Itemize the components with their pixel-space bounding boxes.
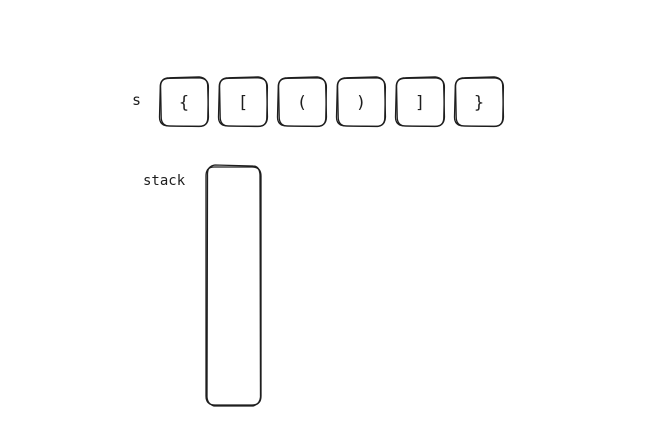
cell-character: ] <box>415 93 425 113</box>
cell-character: } <box>474 93 484 113</box>
string-cell: ] <box>394 76 446 128</box>
string-label: s <box>132 91 141 109</box>
string-cell: } <box>453 76 505 128</box>
string-cell: ) <box>335 76 387 128</box>
cell-character: [ <box>238 93 248 113</box>
string-cell: ( <box>276 76 328 128</box>
cell-character: { <box>179 93 189 113</box>
cell-character: ( <box>297 93 307 113</box>
stack-container <box>205 164 262 407</box>
string-cells: { [ ()]} <box>158 76 505 128</box>
stack-label: stack <box>143 173 186 189</box>
diagram-canvas: s { [ ()]} stack <box>132 76 505 407</box>
string-cell: { <box>158 76 210 128</box>
string-cell: [ <box>217 76 269 128</box>
cell-character: ) <box>356 93 366 113</box>
